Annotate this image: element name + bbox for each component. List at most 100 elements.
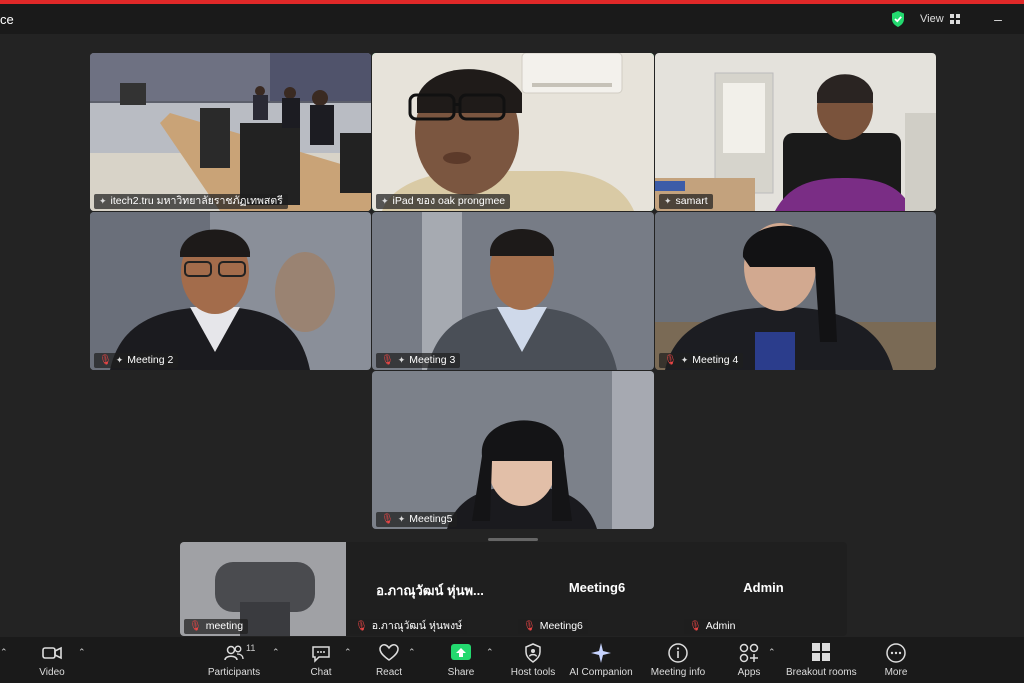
participant-name: iPad ของ oak prongmee [392,195,506,207]
participant-name: Meeting 4 [692,354,739,366]
participant-display-name: Admin [743,580,784,595]
more-label: More [884,667,908,678]
info-icon [668,643,688,663]
video-feed [372,371,654,529]
participant-name: meeting [205,620,244,632]
heart-icon [379,644,399,661]
pin-icon: ✦ [99,196,107,206]
meeting-toolbar: ⌃ Video ⌃ Participants 11 ⌃ Chat ⌃ React… [0,637,1024,683]
strip-resize-handle[interactable] [488,538,538,541]
meeting-info-label: Meeting info [650,667,706,678]
audio-options-caret[interactable]: ⌃ [0,647,8,658]
chat-options-caret[interactable]: ⌃ [344,647,352,658]
video-tile-meeting5[interactable]: 🎙︎ ✦ Meeting5 [372,371,654,529]
sparkle-icon [591,643,611,663]
participants-label: Participants [207,667,261,678]
host-tools-button[interactable]: Host tools [507,641,559,681]
participant-name-tag: 🎙︎ Admin [684,619,741,634]
video-options-caret[interactable]: ⌃ [78,647,86,658]
participant-name-tag: ✦ samart [659,194,713,209]
apps-button[interactable]: Apps [729,641,769,681]
view-label: View [920,13,944,25]
share-button[interactable]: Share [441,641,481,681]
video-feed [90,212,371,370]
video-tile-oak[interactable]: ✦ iPad ของ oak prongmee [372,53,654,211]
participant-name: อ.ภาณุวัฒน์ หุ่นพงษ์ [371,620,463,632]
react-label: React [375,667,403,678]
window-title: ce [0,12,14,27]
breakout-rooms-icon [812,643,830,661]
video-feed [372,53,654,211]
more-button[interactable]: More [876,641,916,681]
video-feed [90,53,371,211]
participant-display-name: อ.ภาณุวัฒน์ หุ่นพ... [376,583,484,598]
breakout-rooms-button[interactable]: Breakout rooms [786,641,857,681]
strip-tile-admin[interactable]: Admin 🎙︎ Admin [680,542,847,636]
ai-companion-button[interactable]: AI Companion [568,641,634,681]
mic-muted-icon: 🎙︎ [689,621,702,632]
apps-label: Apps [737,667,761,678]
mic-muted-icon: 🎙︎ [99,355,112,366]
pin-icon: ✦ [381,196,389,206]
minimize-icon[interactable]: – [990,10,1006,28]
participant-name: Meeting5 [409,513,453,525]
video-feed [655,212,936,370]
pin-icon: ✦ [664,196,672,206]
participants-count: 11 [246,643,256,653]
participants-options-caret[interactable]: ⌃ [272,647,280,658]
strip-tile-meeting6[interactable]: Meeting6 🎙︎ Meeting6 [514,542,680,636]
share-options-caret[interactable]: ⌃ [486,647,494,658]
video-label: Video [39,667,65,678]
participant-strip: 🎙︎ meeting อ.ภาณุวัฒน์ หุ่นพ... 🎙︎ อ.ภาณ… [180,542,847,636]
participant-name-tag: 🎙︎ Meeting6 [518,619,588,634]
title-bar: ce View – [0,4,1024,34]
shield-icon[interactable] [890,10,906,28]
video-camera-icon [42,646,62,660]
share-label: Share [447,667,475,678]
video-tile-meeting-3[interactable]: 🎙︎ ✦ Meeting 3 [372,212,654,370]
meeting-info-button[interactable]: Meeting info [648,641,708,681]
participant-name-tag: 🎙︎ ✦ Meeting5 [376,512,458,527]
participant-name: Meeting6 [539,620,583,632]
pin-icon: ✦ [115,355,124,365]
apps-options-caret[interactable]: ⌃ [768,647,776,658]
mic-muted-icon: 🎙︎ [381,355,394,366]
video-tile-samart[interactable]: ✦ samart [655,53,936,211]
video-tile-itech2[interactable]: ✦ itech2.tru มหาวิทยาลัยราชภัฏเทพสตรี [90,53,371,211]
strip-tile-meeting[interactable]: 🎙︎ meeting [180,542,346,636]
participant-name-tag: ✦ iPad ของ oak prongmee [376,194,511,209]
participant-name: itech2.tru มหาวิทยาลัยราชภัฏเทพสตรี [110,195,283,207]
ai-companion-label: AI Companion [569,667,633,678]
host-tools-label: Host tools [510,667,556,678]
participants-icon [224,645,244,661]
video-tile-meeting-4[interactable]: 🎙︎ ✦ Meeting 4 [655,212,936,370]
participant-name: samart [675,195,708,207]
mic-muted-icon: 🎙︎ [381,514,394,525]
video-button[interactable]: Video [32,641,72,681]
pin-icon: ✦ [680,355,689,365]
strip-tile-panuwat[interactable]: อ.ภาณุวัฒน์ หุ่นพ... 🎙︎ อ.ภาณุวัฒน์ หุ่น… [346,542,514,636]
mic-muted-icon: 🎙︎ [355,621,368,632]
participant-name-tag: 🎙︎ ✦ Meeting 4 [659,353,744,368]
video-tile-meeting-2[interactable]: 🎙︎ ✦ Meeting 2 [90,212,371,370]
react-button[interactable]: React [369,641,409,681]
mic-muted-icon: 🎙︎ [664,355,677,366]
participant-name: Meeting 3 [409,354,456,366]
pin-icon: ✦ [397,514,406,524]
chat-label: Chat [310,667,332,678]
participant-display-name: Meeting6 [568,580,626,595]
mic-muted-icon: 🎙︎ [523,621,536,632]
chat-button[interactable]: Chat [301,641,341,681]
react-options-caret[interactable]: ⌃ [408,647,416,658]
participant-name-tag: 🎙︎ ✦ Meeting 2 [94,353,179,368]
participant-name: Admin [705,620,736,632]
pin-icon: ✦ [397,355,406,365]
participant-name-tag: ✦ itech2.tru มหาวิทยาลัยราชภัฏเทพสตรี [94,194,288,209]
more-icon [886,643,906,663]
view-button[interactable]: View [920,10,960,28]
apps-icon [739,643,759,663]
share-screen-icon [451,644,471,660]
participant-name-tag: 🎙︎ อ.ภาณุวัฒน์ หุ่นพงษ์ [350,619,468,634]
breakout-rooms-label: Breakout rooms [786,667,857,678]
video-feed [655,53,936,211]
